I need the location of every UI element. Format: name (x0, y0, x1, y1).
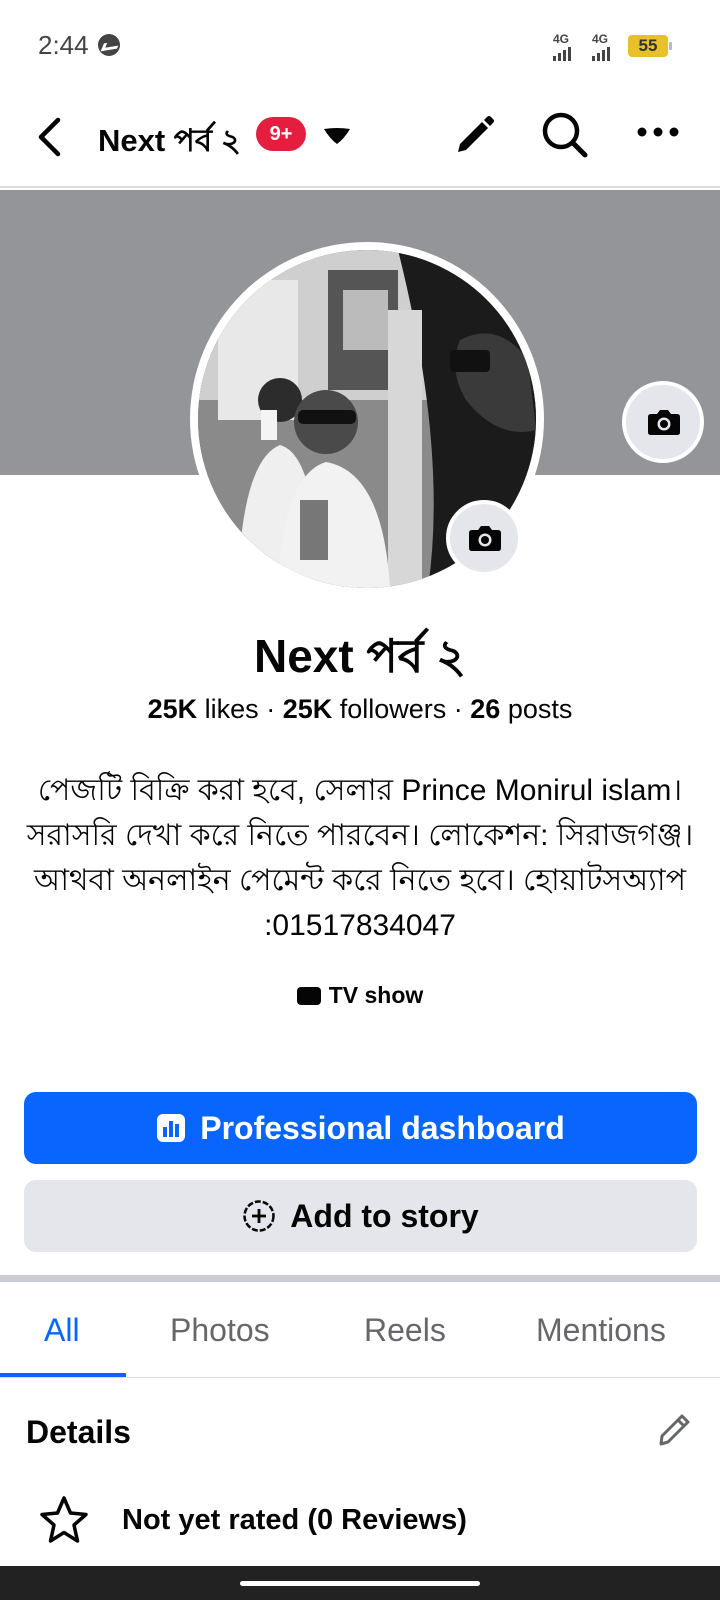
pencil-edit-icon[interactable] (452, 112, 498, 158)
messenger-notification-icon (98, 34, 120, 56)
category-label: TV show (328, 982, 424, 1008)
battery-indicator: 55 (628, 35, 672, 57)
search-icon[interactable] (540, 110, 590, 160)
section-divider (0, 1275, 720, 1282)
camera-icon (648, 410, 680, 435)
add-to-story-label: Add to story (290, 1198, 479, 1234)
edit-cover-photo-button[interactable] (622, 381, 704, 463)
notification-badge: 9+ (256, 117, 306, 151)
edit-profile-picture-button[interactable] (446, 500, 522, 576)
followers-count: 25K (282, 694, 333, 724)
tab-all[interactable]: All (44, 1312, 80, 1349)
page-stats: 25K likes · 25K followers · 26 posts (0, 694, 720, 725)
tab-photos[interactable]: Photos (170, 1312, 270, 1349)
home-gesture-bar[interactable] (240, 1581, 480, 1586)
caret-down-icon[interactable] (322, 123, 352, 147)
edit-details-pencil-icon[interactable] (656, 1408, 696, 1448)
dashboard-chart-icon (157, 1113, 186, 1142)
likes-label: likes · (197, 694, 283, 724)
page-name: Next পর্ব ২ (253, 630, 466, 682)
nav-page-title[interactable]: Next পর্ব ২ (98, 117, 241, 169)
professional-dashboard-label: Professional dashboard (200, 1110, 565, 1146)
add-to-story-button[interactable]: Add to story (24, 1180, 697, 1252)
page-category: TV show (0, 982, 720, 1009)
active-tab-indicator (0, 1373, 126, 1377)
rating-text: Not yet rated (0 Reviews) (122, 1504, 467, 1536)
more-options-icon[interactable] (636, 124, 680, 140)
page-bio: পেজটি বিক্রি করা হবে, সেলার Prince Monir… (26, 774, 694, 942)
star-icon (40, 1496, 88, 1543)
tab-mentions[interactable]: Mentions (536, 1312, 666, 1349)
top-nav: Next পর্ব ২ 9+ (0, 90, 720, 188)
likes-count: 25K (147, 694, 198, 724)
camera-icon (469, 526, 501, 551)
details-heading: Details (26, 1414, 131, 1450)
tab-reels[interactable]: Reels (364, 1312, 446, 1349)
add-circle-icon (243, 1199, 276, 1232)
network-type-2: 4G (592, 32, 609, 46)
posts-label: posts (500, 694, 573, 724)
back-arrow-icon[interactable] (34, 116, 64, 158)
gesture-navigation-area (0, 1566, 720, 1600)
network-type-1: 4G (553, 32, 570, 46)
followers-label: followers · (332, 694, 471, 724)
signal-icon-1: 4G (553, 32, 573, 61)
status-bar: 2:44 4G 4G 55 (0, 0, 720, 90)
posts-count: 26 (470, 694, 501, 724)
profile-tabs: All Photos Reels Mentions (0, 1282, 720, 1378)
professional-dashboard-button[interactable]: Professional dashboard (24, 1092, 697, 1164)
video-clapper-icon (296, 987, 321, 1005)
signal-icon-2: 4G (592, 32, 612, 61)
status-time: 2:44 (38, 30, 89, 60)
